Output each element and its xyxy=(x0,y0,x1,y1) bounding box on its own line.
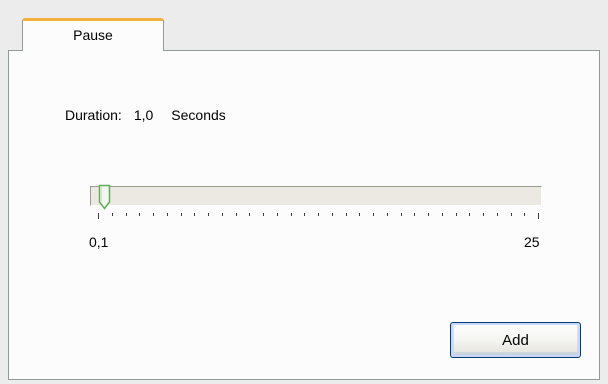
slider-tick xyxy=(208,213,209,216)
slider-tick xyxy=(428,213,429,216)
duration-value: 1,0 xyxy=(133,107,154,123)
slider-tick xyxy=(112,213,113,216)
slider-tick xyxy=(249,213,250,216)
slider-tick xyxy=(483,213,484,216)
slider-tick xyxy=(291,213,292,216)
slider-tick xyxy=(194,213,195,216)
duration-slider[interactable] xyxy=(90,184,542,210)
slider-tick xyxy=(387,213,388,216)
slider-tick xyxy=(167,213,168,216)
slider-tick xyxy=(442,213,443,216)
tab-pause-label: Pause xyxy=(73,27,113,43)
slider-max-label: 25 xyxy=(524,234,540,250)
slider-ticks xyxy=(98,213,539,219)
duration-label: Duration: xyxy=(65,107,122,123)
slider-tick xyxy=(277,213,278,216)
slider-tick xyxy=(318,213,319,216)
slider-thumb-icon[interactable] xyxy=(98,184,111,210)
slider-tick xyxy=(469,213,470,216)
add-button[interactable]: Add xyxy=(450,322,581,358)
tab-pause[interactable]: Pause xyxy=(22,18,164,51)
slider-tick xyxy=(373,213,374,216)
slider-min-label: 0,1 xyxy=(89,234,109,250)
slider-tick xyxy=(497,213,498,216)
slider-tick xyxy=(304,213,305,216)
pause-dialog: Pause Duration: 1,0 Seconds 0,1 25 Add xyxy=(0,0,608,384)
slider-tick xyxy=(153,213,154,216)
duration-unit: Seconds xyxy=(171,107,226,123)
slider-tick xyxy=(414,213,415,216)
slider-tick xyxy=(511,213,512,216)
slider-tick xyxy=(126,213,127,216)
duration-readout: Duration: 1,0 Seconds xyxy=(65,107,226,123)
slider-tick xyxy=(346,213,347,216)
slider-tick xyxy=(456,213,457,216)
slider-tick xyxy=(401,213,402,216)
slider-tick xyxy=(524,213,525,216)
slider-tick xyxy=(236,213,237,216)
slider-tick xyxy=(181,213,182,216)
slider-tick xyxy=(222,213,223,216)
slider-tick xyxy=(139,213,140,216)
slider-track[interactable] xyxy=(90,186,542,206)
slider-tick xyxy=(538,213,539,219)
slider-tick xyxy=(263,213,264,216)
slider-tick xyxy=(98,213,99,219)
slider-tick xyxy=(332,213,333,216)
slider-tick xyxy=(359,213,360,216)
